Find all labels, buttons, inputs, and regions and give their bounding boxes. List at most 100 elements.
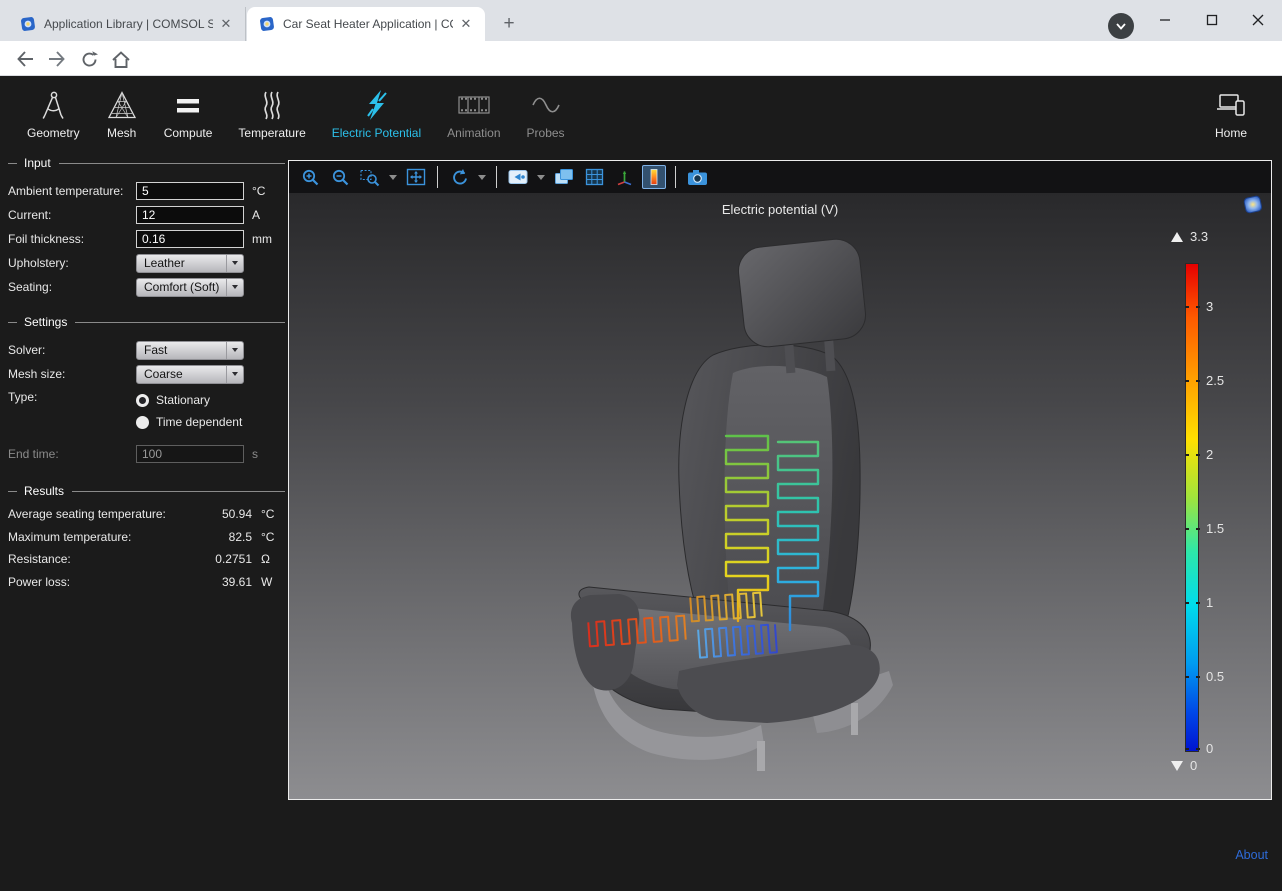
result-label: Maximum temperature:: [8, 530, 200, 544]
tab-search-button[interactable]: [1108, 13, 1134, 39]
legend-max-value: 3.3: [1190, 229, 1208, 244]
result-unit: W: [261, 575, 285, 589]
ribbon-item-geometry[interactable]: Geometry: [14, 76, 93, 156]
result-unit: °C: [261, 507, 285, 521]
legend-tick: 1.5: [1206, 521, 1246, 537]
legend-tick: 2.5: [1206, 373, 1246, 389]
home-icon: [111, 50, 131, 69]
plot-title: Electric potential (V): [289, 202, 1271, 217]
field-label: End time:: [8, 447, 136, 461]
view-dropdown-caret[interactable]: [478, 175, 486, 180]
result-power-loss: Power loss: 39.61 W: [8, 575, 285, 598]
reload-button[interactable]: [76, 46, 102, 72]
mesh-size-select[interactable]: Coarse: [136, 365, 244, 384]
comsol-app: Geometry Mesh Compute Temperature: [0, 76, 1282, 891]
ribbon-item-compute[interactable]: Compute: [151, 76, 226, 156]
browser-window: Application Library | COMSOL Se ✕ Car Se…: [0, 0, 1282, 891]
radio-stationary[interactable]: Stationary: [136, 393, 242, 407]
transparency-icon: [554, 168, 574, 186]
legend-tick: 3: [1206, 299, 1246, 315]
ribbon-label: Animation: [447, 126, 500, 140]
minimize-button[interactable]: [1150, 8, 1180, 32]
upholstery-select[interactable]: Leather: [136, 254, 244, 273]
radio-time-dependent[interactable]: Time dependent: [136, 415, 242, 429]
axis-orientation-icon: [615, 168, 634, 186]
ribbon-label: Geometry: [27, 126, 80, 140]
color-legend-icon: [648, 168, 660, 186]
solver-select[interactable]: Fast: [136, 341, 244, 360]
snapshot-button[interactable]: [685, 165, 709, 189]
zoom-out-button[interactable]: [328, 165, 352, 189]
scene-light-dropdown-caret[interactable]: [537, 175, 545, 180]
ambient-temperature-input[interactable]: [136, 182, 244, 200]
zoom-extents-button[interactable]: [404, 165, 428, 189]
result-value: 82.5: [200, 530, 252, 544]
legend-min-value: 0: [1190, 758, 1197, 773]
lightning-bolt-icon: [361, 88, 391, 122]
results-section-header: Results: [8, 484, 285, 498]
ribbon-item-mesh[interactable]: Mesh: [93, 76, 151, 156]
seating-row: Seating: Comfort (Soft): [8, 275, 285, 299]
seat-render: [289, 193, 1271, 799]
result-maximum-temperature: Maximum temperature: 82.5 °C: [8, 530, 285, 553]
result-unit: Ω: [261, 552, 285, 566]
current-input[interactable]: [136, 206, 244, 224]
forward-button[interactable]: [44, 46, 70, 72]
mesh-triangle-icon: [106, 88, 138, 122]
tab-car-seat-heater[interactable]: Car Seat Heater Application | CO ✕: [247, 7, 485, 41]
tab-strip: Application Library | COMSOL Se ✕ Car Se…: [0, 0, 1282, 41]
tab-title: Application Library | COMSOL Se: [44, 17, 213, 31]
current-row: Current: A: [8, 203, 285, 227]
zoom-in-button[interactable]: [298, 165, 322, 189]
axis-orientation-button[interactable]: [612, 165, 636, 189]
scene-light-button[interactable]: [506, 165, 530, 189]
result-value: 0.2751: [200, 552, 252, 566]
browser-home-button[interactable]: [108, 46, 134, 72]
show-grid-button[interactable]: [582, 165, 606, 189]
environment-button[interactable]: [552, 165, 576, 189]
close-button[interactable]: [1243, 8, 1273, 32]
zoom-box-button[interactable]: [358, 165, 382, 189]
ribbon-label: Electric Potential: [332, 126, 421, 140]
zoom-box-dropdown-caret[interactable]: [389, 175, 397, 180]
film-strip-icon: [456, 88, 492, 122]
radio-selected-icon[interactable]: [136, 394, 149, 407]
plot-canvas[interactable]: Electric potential (V) 3.3 3 2.5 2 1.5 1…: [289, 193, 1271, 799]
comsol-favicon: [20, 16, 36, 32]
about-link[interactable]: About: [1235, 848, 1268, 862]
ribbon-label: Temperature: [238, 126, 305, 140]
color-legend-button[interactable]: [642, 165, 666, 189]
field-label: Solver:: [8, 343, 136, 357]
radio-unselected-icon[interactable]: [136, 416, 149, 429]
chevron-down-icon: [226, 342, 243, 359]
ribbon-item-probes: Probes: [514, 76, 578, 156]
default-view-button[interactable]: [447, 165, 471, 189]
foil-thickness-input[interactable]: [136, 230, 244, 248]
color-legend: 3.3 3 2.5 2 1.5 1 0.5 0 0: [1169, 229, 1259, 789]
type-row: Type: Stationary Time dependent: [8, 390, 285, 438]
ribbon-item-electric-potential[interactable]: Electric Potential: [319, 76, 434, 156]
comsol-logo: [1242, 195, 1264, 220]
seating-select[interactable]: Comfort (Soft): [136, 278, 244, 297]
forward-icon: [47, 50, 67, 68]
foil-thickness-row: Foil thickness: mm: [8, 227, 285, 251]
zoom-in-icon: [301, 168, 320, 187]
ribbon-item-temperature[interactable]: Temperature: [225, 76, 318, 156]
chevron-down-icon: [226, 279, 243, 296]
tab-close-icon[interactable]: ✕: [457, 15, 475, 33]
back-button[interactable]: [12, 46, 38, 72]
settings-section-header: Settings: [8, 315, 285, 329]
legend-tick: 2: [1206, 447, 1246, 463]
toolbar-separator: [437, 166, 438, 188]
graphics-panel: Electric potential (V) 3.3 3 2.5 2 1.5 1…: [288, 160, 1272, 800]
graphics-toolbar: [289, 161, 1271, 193]
maximize-button[interactable]: [1197, 8, 1227, 32]
field-label: Mesh size:: [8, 367, 136, 381]
tab-close-icon[interactable]: ✕: [217, 15, 235, 33]
ribbon-item-home[interactable]: Home: [1200, 76, 1262, 140]
tab-application-library[interactable]: Application Library | COMSOL Se ✕: [8, 7, 246, 41]
new-tab-button[interactable]: +: [497, 12, 521, 36]
field-unit: °C: [252, 184, 265, 198]
ribbon-label: Home: [1215, 126, 1247, 140]
reload-icon: [80, 50, 99, 69]
